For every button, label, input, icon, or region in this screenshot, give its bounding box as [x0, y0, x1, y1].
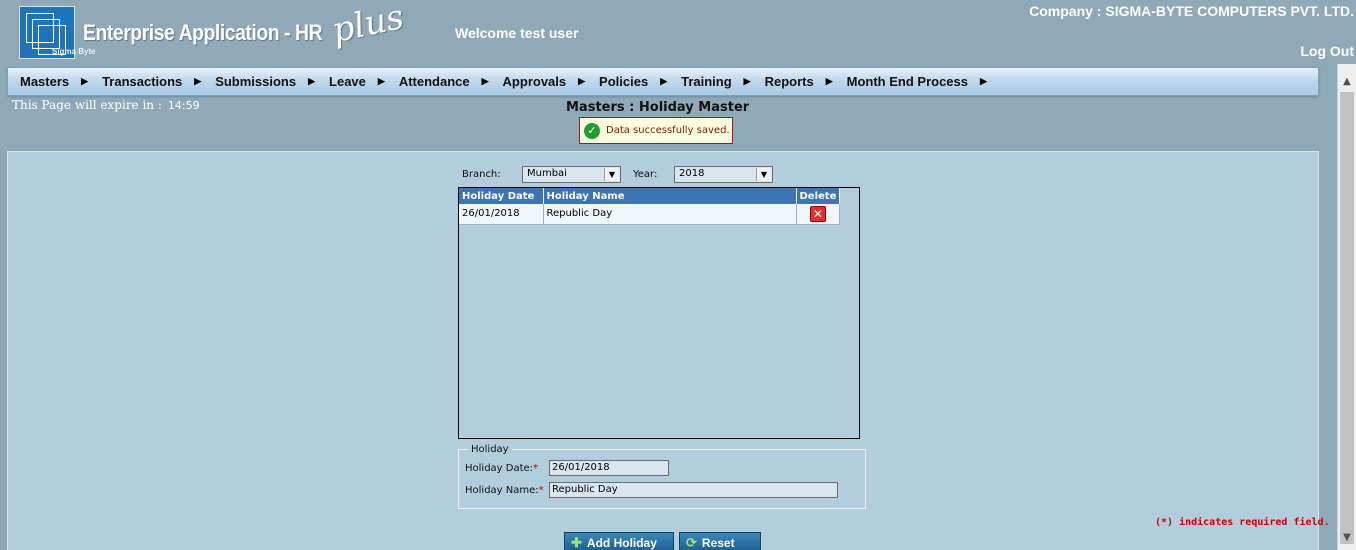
menu-reports[interactable]: Reports ▶	[765, 74, 833, 89]
holiday-name-label-text: Holiday Name:	[465, 485, 539, 496]
holiday-name-label: Holiday Name:*	[465, 485, 544, 496]
menu-label: Approvals	[502, 74, 567, 89]
check-circle-icon: ✓	[584, 122, 600, 139]
menu-leave[interactable]: Leave ▶	[329, 74, 385, 89]
required-marker: *	[538, 485, 544, 496]
vertical-scrollbar[interactable]: ▲ ▼	[1337, 64, 1356, 550]
year-select[interactable]: 2018 ▼	[674, 166, 773, 183]
holiday-legend: Holiday	[471, 444, 509, 455]
menu-label: Policies	[599, 74, 649, 89]
main-menu: Masters ▶ Transactions ▶ Submissions ▶ Leav…	[7, 67, 1319, 96]
menu-month-end-process[interactable]: Month End Process ▶	[847, 74, 987, 89]
app-title: Enterprise Application - HR	[83, 20, 323, 45]
welcome-text: Welcome test user	[455, 25, 579, 41]
holiday-grid: Holiday Date Holiday Name Delete 26/01/2…	[458, 187, 860, 439]
menu-training[interactable]: Training ▶	[681, 74, 750, 89]
refresh-icon: ⟳	[686, 535, 697, 550]
alert-message: Data successfully saved.	[606, 125, 730, 136]
required-field-note: (*) indicates required field.	[1155, 517, 1330, 528]
logout-link[interactable]: Log Out	[1300, 43, 1354, 59]
menu-transactions[interactable]: Transactions ▶	[102, 74, 201, 89]
holiday-name-field[interactable]: Republic Day	[549, 482, 838, 498]
menu-label: Training	[681, 74, 732, 89]
menu-submissions[interactable]: Submissions ▶	[215, 74, 315, 89]
column-header-holiday-date: Holiday Date	[459, 188, 544, 204]
menu-label: Masters	[20, 74, 70, 89]
column-header-delete: Delete	[796, 188, 841, 204]
app-title-plus: plus	[328, 0, 408, 52]
submenu-arrow-icon: ▶	[825, 76, 833, 86]
add-calendar-icon: ✚	[571, 535, 582, 550]
menu-label: Leave	[329, 74, 366, 89]
submenu-arrow-icon: ▶	[377, 76, 385, 86]
reset-label: Reset	[701, 536, 735, 550]
column-header-holiday-name: Holiday Name	[543, 188, 797, 204]
year-label: Year:	[633, 169, 658, 180]
add-holiday-label: Add Holiday	[586, 536, 657, 550]
delete-icon[interactable]: ✕	[809, 205, 826, 222]
holiday-date-label-text: Holiday Date:	[465, 463, 534, 474]
submenu-arrow-icon: ▶	[743, 76, 751, 86]
submenu-arrow-icon: ▶	[980, 76, 987, 86]
expiry-timer: 14:59	[167, 99, 200, 112]
success-alert: ✓ Data successfully saved.	[579, 117, 733, 144]
submenu-arrow-icon: ▶	[194, 76, 202, 86]
holiday-date-label: Holiday Date:*	[465, 463, 538, 474]
chevron-down-icon: ▼	[756, 168, 771, 181]
company-name: Company : SIGMA-BYTE COMPUTERS PVT. LTD.	[1029, 3, 1354, 19]
menu-approvals[interactable]: Approvals ▶	[503, 74, 586, 89]
menu-policies[interactable]: Policies ▶	[599, 74, 667, 89]
submenu-arrow-icon: ▶	[481, 76, 489, 86]
branch-select-value: Mumbai	[527, 168, 567, 179]
submenu-arrow-icon: ▶	[660, 76, 668, 86]
scroll-up-icon[interactable]: ▲	[1338, 73, 1356, 90]
branch-label: Branch:	[462, 169, 501, 180]
submenu-arrow-icon: ▶	[308, 76, 316, 86]
submenu-arrow-icon: ▶	[578, 76, 586, 86]
menu-label: Month End Process	[846, 74, 968, 89]
add-holiday-button[interactable]: ✚ Add Holiday	[564, 532, 674, 550]
page-title: Masters : Holiday Master	[566, 100, 750, 115]
table-row[interactable]: 26/01/2018 Republic Day ✕	[459, 204, 841, 225]
chevron-down-icon: ▼	[604, 168, 619, 181]
expiry-label: This Page will expire in :	[12, 98, 162, 112]
logo-caption: Sigma Byte	[52, 47, 96, 56]
holiday-name-cell: Republic Day	[543, 204, 797, 225]
required-marker: *	[533, 463, 539, 474]
year-select-value: 2018	[679, 168, 705, 179]
holiday-table: Holiday Date Holiday Name Delete 26/01/2…	[459, 188, 841, 225]
holiday-date-cell: 26/01/2018	[459, 204, 544, 225]
scrollbar-thumb[interactable]	[1340, 92, 1354, 544]
menu-label: Transactions	[102, 74, 183, 89]
menu-label: Attendance	[398, 74, 470, 89]
holiday-date-field[interactable]: 26/01/2018	[549, 460, 669, 476]
menu-attendance[interactable]: Attendance ▶	[399, 74, 489, 89]
reset-button[interactable]: ⟳ Reset	[679, 532, 761, 550]
app-header: Sigma Byte Enterprise Application - HR p…	[0, 0, 1356, 64]
submenu-arrow-icon: ▶	[81, 76, 89, 86]
menu-label: Submissions	[215, 74, 297, 89]
holiday-fieldset: Holiday	[458, 444, 866, 509]
session-expiry: This Page will expire in : 14:59	[12, 98, 200, 112]
delete-cell: ✕	[796, 204, 841, 225]
scroll-down-icon[interactable]: ▼	[1338, 529, 1356, 546]
menu-label: Reports	[764, 74, 814, 89]
branch-select[interactable]: Mumbai ▼	[522, 166, 621, 183]
menu-masters[interactable]: Masters ▶	[20, 74, 88, 89]
